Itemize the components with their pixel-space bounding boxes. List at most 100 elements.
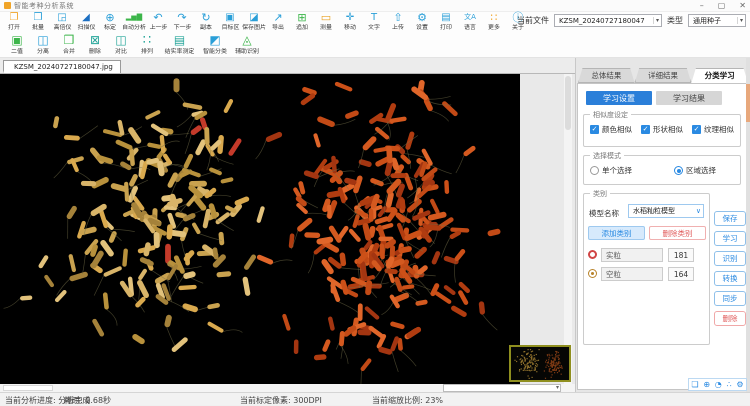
smart-classify-button[interactable]: ◩智能分类: [199, 34, 231, 57]
upload-button[interactable]: ⇧上传: [386, 12, 410, 33]
move-button[interactable]: ✛移动: [338, 12, 362, 33]
redo-icon: ↷: [177, 12, 186, 23]
toolbar-item-label: 删除: [89, 47, 101, 56]
minimap-overview[interactable]: [509, 345, 571, 382]
action-button-column: 保存学习识别转换同步删除: [714, 211, 746, 326]
document-tab[interactable]: KZSM_20240727180047.jpg: [3, 60, 121, 73]
more-icon: ∷: [491, 12, 498, 23]
同步-button[interactable]: 同步: [714, 291, 746, 306]
similarity-legend: 相似度设定: [590, 110, 631, 120]
tab-classify-learning[interactable]: 分类学习: [691, 68, 748, 83]
text-icon: T: [371, 12, 377, 23]
results-panel: 总体结果 详细结果 分类学习 学习设置 学习结果 相似度设定 ✓颜色相似 ✓形状相…: [575, 58, 750, 392]
text-button[interactable]: T文字: [362, 12, 386, 33]
measure-button[interactable]: ▭测量: [314, 12, 338, 33]
print-button[interactable]: ▤打印: [434, 12, 458, 33]
target-area-icon: ▣: [225, 12, 234, 23]
panel-scrollbar[interactable]: [746, 58, 750, 392]
batch-capture-button[interactable]: ❒批量: [26, 12, 50, 33]
type-select[interactable]: 通用种子 ▾: [688, 14, 746, 27]
similarity-checkbox-1[interactable]: ✓形状相似: [641, 124, 683, 135]
arrange-button[interactable]: ∷排列: [134, 34, 160, 57]
copy-button[interactable]: ↻副本: [194, 12, 218, 33]
add-category-button[interactable]: 添加类别: [588, 226, 645, 240]
delete-category-button[interactable]: 删除类别: [649, 226, 706, 240]
more-button[interactable]: ∷更多: [482, 12, 506, 33]
minimize-button[interactable]: –: [700, 1, 704, 11]
center-target-icon[interactable]: ⊕: [703, 379, 710, 390]
category-name-field[interactable]: 空粒: [601, 267, 663, 281]
assist-recognize-button[interactable]: ◬辅助识别: [231, 34, 263, 57]
model-name-select[interactable]: 水稻籼粒模型 ∨: [628, 204, 704, 218]
specimen-image[interactable]: [0, 74, 520, 384]
auto-analyze-button[interactable]: ▂▅▇自动分析: [122, 12, 146, 33]
export-button[interactable]: ↗导出: [266, 12, 290, 33]
checkbox-checked-icon: ✓: [590, 125, 599, 134]
category-marker-icon[interactable]: [588, 250, 597, 259]
学习-button[interactable]: 学习: [714, 231, 746, 246]
vertical-scrollbar-thumb[interactable]: [565, 76, 571, 130]
split-button[interactable]: ◫分离: [30, 34, 56, 57]
checkbox-label: 颜色相似: [602, 124, 632, 135]
header-right: 当前文件 KZSM_20240727180047 ▾ 类型 通用种子 ▾: [517, 14, 746, 27]
toolbar-item-label: 结实率测定: [165, 47, 195, 56]
scanner-button[interactable]: ◢扫描仪: [74, 12, 98, 33]
undo-button[interactable]: ↶上一步: [146, 12, 170, 33]
points-icon[interactable]: ∴: [727, 379, 732, 390]
append-button[interactable]: ⊞追加: [290, 12, 314, 33]
maximize-button[interactable]: ▢: [718, 1, 726, 11]
gear-icon[interactable]: ⚙: [736, 379, 743, 390]
tab-detail-results[interactable]: 详细结果: [635, 68, 692, 83]
fit-screen-icon[interactable]: ❏: [691, 379, 698, 390]
similarity-checkbox-0[interactable]: ✓颜色相似: [590, 124, 632, 135]
category-marker-icon[interactable]: [588, 269, 597, 278]
merge-button[interactable]: ❒合并: [56, 34, 82, 57]
canvas-zoom-select[interactable]: ▾: [443, 384, 561, 392]
compare-button[interactable]: ◫对比: [108, 34, 134, 57]
calibrate-button[interactable]: ⊕标定: [98, 12, 122, 33]
category-group: 类别 模型名称 水稻籼粒模型 ∨ 添加类别 删除类别 实粒181空粒164: [583, 193, 710, 345]
copy-icon: ↻: [201, 12, 210, 23]
learning-results-button[interactable]: 学习结果: [656, 91, 722, 105]
merge-icon: ❒: [64, 34, 75, 47]
trash-button[interactable]: ⊠删除: [82, 34, 108, 57]
save-image-button[interactable]: ◪保存图片: [242, 12, 266, 33]
folder-open-button[interactable]: ❐打开: [2, 12, 26, 33]
category-legend: 类别: [590, 189, 610, 199]
curve-icon[interactable]: ◔: [715, 379, 722, 390]
保存-button[interactable]: 保存: [714, 211, 746, 226]
learning-settings-button[interactable]: 学习设置: [586, 91, 652, 105]
horizontal-scrollbar-thumb[interactable]: [3, 385, 53, 391]
compare-icon: ◫: [115, 34, 126, 47]
vertical-scrollbar[interactable]: [564, 74, 572, 384]
radio-icon: [674, 166, 683, 175]
type-value: 通用种子: [693, 16, 721, 26]
close-button[interactable]: ✕: [739, 1, 746, 11]
horizontal-scrollbar[interactable]: ▾: [0, 384, 575, 392]
识别-button[interactable]: 识别: [714, 251, 746, 266]
select-mode-radio-0[interactable]: 单个选择: [590, 165, 632, 176]
type-label: 类型: [667, 15, 683, 26]
target-area-button[interactable]: ▣目标区: [218, 12, 242, 33]
category-name-field[interactable]: 实粒: [601, 248, 663, 262]
magnifier-device-icon: ◲: [57, 12, 66, 23]
select-mode-radio-1[interactable]: 区域选择: [674, 165, 716, 176]
current-file-select[interactable]: KZSM_20240727180047 ▾: [554, 14, 662, 27]
binary-button[interactable]: ▣二值: [4, 34, 30, 57]
删除-button[interactable]: 删除: [714, 311, 746, 326]
category-count-field: 181: [668, 248, 694, 262]
batch-capture-icon: ❒: [34, 12, 43, 23]
redo-button[interactable]: ↷下一步: [170, 12, 194, 33]
export-icon: ↗: [273, 12, 282, 23]
undo-icon: ↶: [153, 12, 162, 23]
panel-scrollbar-thumb[interactable]: [746, 84, 750, 122]
similarity-checkbox-2[interactable]: ✓纹理相似: [692, 124, 734, 135]
language-button[interactable]: 文A语言: [458, 12, 482, 33]
转换-button[interactable]: 转换: [714, 271, 746, 286]
tab-overall-results[interactable]: 总体结果: [578, 68, 635, 83]
settings-button[interactable]: ⚙设置: [410, 12, 434, 33]
seed-rate-button[interactable]: ▤结实率测定: [160, 34, 199, 57]
magnifier-device-button[interactable]: ◲高倍仪: [50, 12, 74, 33]
similarity-options: ✓颜色相似 ✓形状相似 ✓纹理相似: [584, 124, 740, 135]
trash-icon: ⊠: [90, 34, 100, 47]
